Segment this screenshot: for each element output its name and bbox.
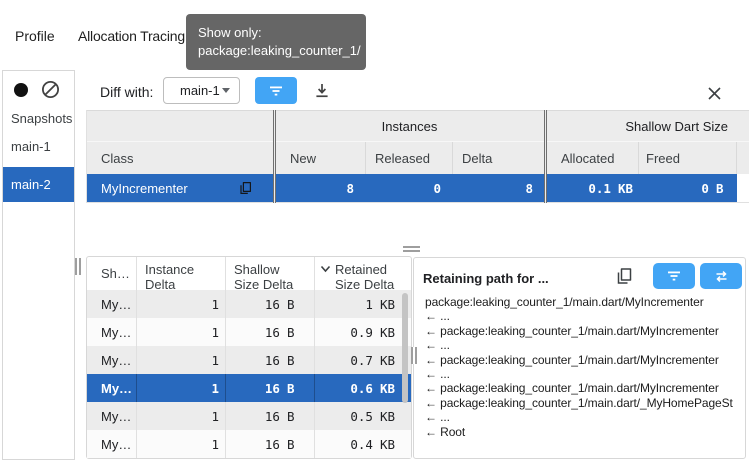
col-header-released[interactable]: Released xyxy=(366,142,453,174)
retaining-path-title: Retaining path for ... xyxy=(423,271,549,286)
table-row[interactable]: My… 1 16B 0.7KB xyxy=(87,346,411,374)
class-row-myincrementer[interactable]: MyIncrementer 8 0 8 0.1KB 0B xyxy=(87,174,749,203)
copy-icon[interactable] xyxy=(616,267,633,285)
filter-icon xyxy=(268,84,284,98)
close-icon xyxy=(707,86,722,101)
horizontal-splitter-handle[interactable] xyxy=(403,246,420,252)
swap-direction-button[interactable] xyxy=(700,263,742,289)
diff-with-label: Diff with: xyxy=(100,84,153,100)
table-row[interactable]: My… 1 16B 0.4KB xyxy=(87,430,411,458)
diff-with-dropdown[interactable]: main-1 xyxy=(163,77,240,104)
path-line: ← Root xyxy=(425,425,745,439)
vertical-splitter-handle[interactable] xyxy=(411,347,417,364)
table-row-selected[interactable]: My… 1 16B 0.6KB xyxy=(87,374,411,402)
col-header-shallow-size-delta[interactable]: ShallowSize Delta xyxy=(226,257,315,290)
table-row[interactable]: My… 1 16B 0.5KB xyxy=(87,402,411,430)
path-line: ← ... xyxy=(425,410,745,424)
close-button[interactable] xyxy=(700,80,728,106)
snapshots-sidebar: Snapshots main-1 main-2 xyxy=(2,70,75,460)
path-line: ← package:leaking_counter_1/main.dart/My… xyxy=(425,353,745,367)
col-header-new[interactable]: New xyxy=(274,142,366,174)
path-line: ← ... xyxy=(425,367,745,381)
path-line: ← ... xyxy=(425,338,745,352)
path-line: ← ... xyxy=(425,309,745,323)
retaining-path-panel: Retaining path for ... package:leaking_c… xyxy=(413,257,746,459)
cell-freed: 0B xyxy=(639,174,737,202)
scrollbar-thumb[interactable] xyxy=(402,293,408,403)
cell-delta: 8 xyxy=(453,174,545,202)
record-snapshot-icon[interactable] xyxy=(12,81,30,99)
filter-button[interactable] xyxy=(653,263,695,289)
retaining-path-list: package:leaking_counter_1/main.dart/MyIn… xyxy=(425,295,745,439)
group-divider xyxy=(544,110,547,203)
table-row[interactable]: My… 1 16B 0.9KB xyxy=(87,318,411,346)
col-header-class[interactable]: Class xyxy=(87,142,274,174)
group-divider xyxy=(273,110,276,203)
cell-allocated: 0.1KB xyxy=(545,174,639,202)
col-header-allocated[interactable]: Allocated xyxy=(545,142,639,174)
table-row[interactable]: My… 1 16B 1KB xyxy=(87,290,411,318)
clear-snapshots-icon[interactable] xyxy=(41,80,60,99)
tooltip-line1: Show only: xyxy=(198,24,354,42)
col-header-delta[interactable]: Delta xyxy=(453,142,545,174)
col-header-retained-size-delta[interactable]: RetainedSize Delta xyxy=(315,257,411,290)
class-name: MyIncrementer xyxy=(101,181,188,196)
sort-descending-icon xyxy=(320,265,331,273)
sidebar-item-main-1[interactable]: main-1 xyxy=(3,130,74,163)
dropdown-arrow-icon xyxy=(222,88,230,93)
path-line: ← package:leaking_counter_1/main.dart/My… xyxy=(425,381,745,395)
path-line: ← package:leaking_counter_1/main.dart/My… xyxy=(425,324,745,338)
snapshots-header: Snapshots xyxy=(11,111,72,126)
classes-table: Sh… InstanceDelta ShallowSize Delta Reta… xyxy=(86,256,412,459)
cell-new: 8 xyxy=(274,174,366,202)
copy-icon[interactable] xyxy=(239,181,252,195)
download-icon xyxy=(313,82,331,100)
filter-button[interactable] xyxy=(255,77,297,104)
download-button[interactable] xyxy=(308,78,336,104)
cell-released: 0 xyxy=(366,174,453,202)
path-line: package:leaking_counter_1/main.dart/MyIn… xyxy=(425,295,745,309)
show-only-tooltip: Show only: package:leaking_counter_1/ xyxy=(186,14,366,70)
swap-arrows-icon xyxy=(714,270,729,283)
diff-summary-table: Instances Shallow Dart Size Class New Re… xyxy=(86,110,749,203)
col-header-sh[interactable]: Sh… xyxy=(87,257,137,290)
col-header-freed[interactable]: Freed xyxy=(639,142,737,174)
group-header-shallow-dart-size: Shallow Dart Size xyxy=(545,111,737,141)
sidebar-item-main-2[interactable]: main-2 xyxy=(3,167,74,202)
tooltip-line2: package:leaking_counter_1/ xyxy=(198,42,354,60)
col-header-instance-delta[interactable]: InstanceDelta xyxy=(137,257,226,290)
tab-profile[interactable]: Profile xyxy=(15,28,55,44)
path-line: ← package:leaking_counter_1/main.dart/_M… xyxy=(425,396,745,410)
vertical-splitter-handle[interactable] xyxy=(75,258,81,275)
tab-allocation-tracing[interactable]: Allocation Tracing xyxy=(78,28,185,44)
group-header-instances: Instances xyxy=(274,111,545,141)
filter-icon xyxy=(666,269,682,283)
